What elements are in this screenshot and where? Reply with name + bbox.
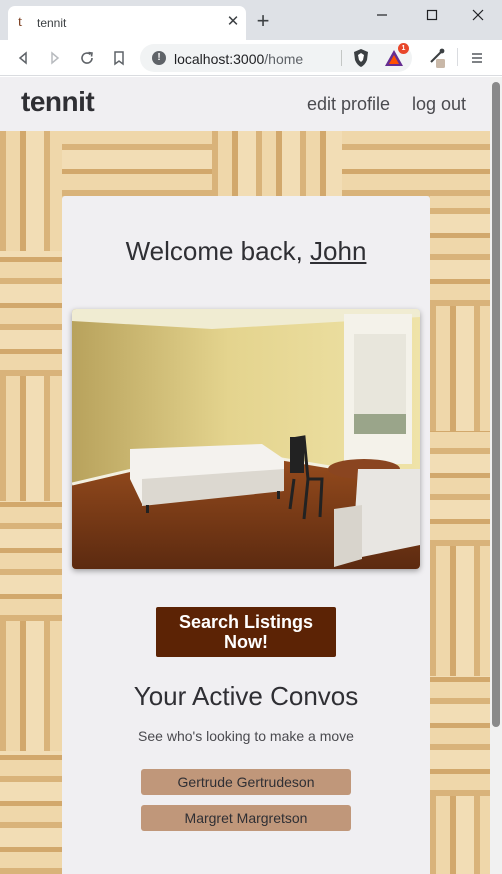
close-icon[interactable]: ✕ <box>226 14 240 30</box>
rewards-badge: 1 <box>398 43 409 54</box>
page-scrollbar[interactable] <box>490 77 502 874</box>
bookmark-icon[interactable] <box>108 47 130 69</box>
url-text: localhost:3000/home <box>174 51 304 67</box>
minimize-icon[interactable] <box>370 6 394 26</box>
plus-icon[interactable]: + <box>253 10 273 33</box>
toolbar-divider <box>457 48 458 66</box>
brave-shield-icon[interactable] <box>351 48 371 68</box>
page-viewport: tennit edit profile log out Welcome back… <box>0 77 490 874</box>
maximize-icon[interactable] <box>420 6 444 26</box>
browser-tabstrip: t tennit ✕ + <box>0 0 502 40</box>
welcome-heading: Welcome back, John <box>125 236 367 266</box>
eyedropper-icon[interactable] <box>426 47 448 69</box>
close-icon[interactable] <box>466 6 490 26</box>
reload-icon[interactable] <box>76 47 98 69</box>
site-logo[interactable]: tennit <box>21 86 95 118</box>
tab-favicon: t <box>18 14 23 30</box>
site-header: tennit edit profile log out <box>0 77 490 131</box>
active-convos-heading: Your Active Convos <box>133 681 359 711</box>
convo-button[interactable]: Margret Margretson <box>141 805 351 831</box>
omnibox-divider <box>341 50 342 66</box>
forward-icon[interactable] <box>44 47 66 69</box>
log-out-link[interactable]: log out <box>412 94 466 115</box>
back-icon[interactable] <box>12 47 34 69</box>
search-listings-button[interactable]: Search Listings Now! <box>156 607 336 657</box>
scrollbar-thumb[interactable] <box>492 82 500 727</box>
menu-icon[interactable] <box>466 47 488 69</box>
room-photo <box>72 309 420 569</box>
home-card: Welcome back, John Search Listings Now! … <box>62 196 430 874</box>
browser-tab[interactable]: t tennit ✕ <box>8 6 246 40</box>
user-name-link[interactable]: John <box>310 236 366 266</box>
edit-profile-link[interactable]: edit profile <box>307 94 390 115</box>
tab-title: tennit <box>37 16 67 30</box>
active-convos-subtitle: See who's looking to make a move <box>138 728 354 744</box>
address-bar[interactable]: ! localhost:3000/home 1 <box>140 43 412 72</box>
site-info-icon[interactable]: ! <box>152 51 166 65</box>
bedroom-image <box>72 309 420 569</box>
convo-button[interactable]: Gertrude Gertrudeson <box>141 769 351 795</box>
